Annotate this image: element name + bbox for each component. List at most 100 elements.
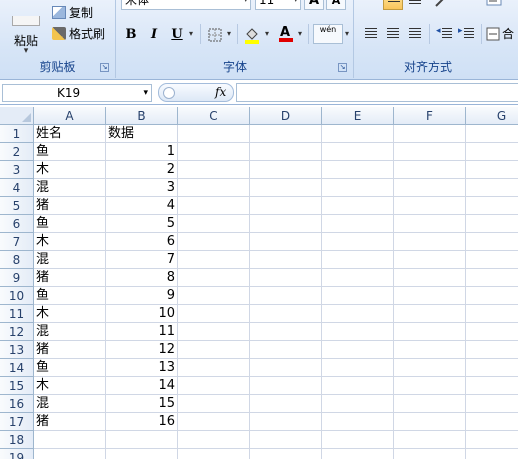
cell-b8[interactable]: 7 bbox=[106, 251, 178, 269]
cell-g1[interactable] bbox=[466, 125, 518, 143]
increase-indent-button[interactable]: ▸ bbox=[457, 24, 477, 44]
copy-button[interactable]: 复制 bbox=[52, 3, 93, 21]
align-right-button[interactable] bbox=[405, 24, 425, 44]
cell-b16[interactable]: 15 bbox=[106, 395, 178, 413]
cell-b10[interactable]: 9 bbox=[106, 287, 178, 305]
cell-e9[interactable] bbox=[322, 269, 394, 287]
row-header[interactable]: 7 bbox=[0, 233, 34, 251]
cell-c16[interactable] bbox=[178, 395, 250, 413]
cell-b4[interactable]: 3 bbox=[106, 179, 178, 197]
cell-f5[interactable] bbox=[394, 197, 466, 215]
cell-a15[interactable]: 木 bbox=[34, 377, 106, 395]
cell-d9[interactable] bbox=[250, 269, 322, 287]
cell-f18[interactable] bbox=[394, 431, 466, 449]
cell-c15[interactable] bbox=[178, 377, 250, 395]
row-header[interactable]: 4 bbox=[0, 179, 34, 197]
insert-function-button[interactable]: fx bbox=[215, 85, 226, 99]
cell-g9[interactable] bbox=[466, 269, 518, 287]
column-header[interactable]: E bbox=[322, 107, 394, 125]
cell-a16[interactable]: 混 bbox=[34, 395, 106, 413]
cell-g7[interactable] bbox=[466, 233, 518, 251]
cell-f1[interactable] bbox=[394, 125, 466, 143]
cell-f14[interactable] bbox=[394, 359, 466, 377]
cell-g8[interactable] bbox=[466, 251, 518, 269]
cell-f15[interactable] bbox=[394, 377, 466, 395]
row-header[interactable]: 12 bbox=[0, 323, 34, 341]
cell-d5[interactable] bbox=[250, 197, 322, 215]
cell-e14[interactable] bbox=[322, 359, 394, 377]
cell-g12[interactable] bbox=[466, 323, 518, 341]
cell-g2[interactable] bbox=[466, 143, 518, 161]
cell-f13[interactable] bbox=[394, 341, 466, 359]
name-box[interactable]: K19 ▾ bbox=[2, 84, 152, 102]
cell-d18[interactable] bbox=[250, 431, 322, 449]
chevron-down-icon[interactable]: ▾ bbox=[143, 85, 148, 101]
cell-c13[interactable] bbox=[178, 341, 250, 359]
cell-a7[interactable]: 木 bbox=[34, 233, 106, 251]
decrease-indent-button[interactable]: ◂ bbox=[435, 24, 455, 44]
cell-a12[interactable]: 混 bbox=[34, 323, 106, 341]
cell-d4[interactable] bbox=[250, 179, 322, 197]
cell-e17[interactable] bbox=[322, 413, 394, 431]
cell-e12[interactable] bbox=[322, 323, 394, 341]
cell-a11[interactable]: 木 bbox=[34, 305, 106, 323]
cell-d16[interactable] bbox=[250, 395, 322, 413]
middle-align-button[interactable] bbox=[383, 0, 403, 10]
cell-b15[interactable]: 14 bbox=[106, 377, 178, 395]
row-header[interactable]: 19 bbox=[0, 449, 34, 459]
dialog-launcher-icon[interactable]: ↘ bbox=[100, 63, 109, 72]
row-header[interactable]: 9 bbox=[0, 269, 34, 287]
cell-e2[interactable] bbox=[322, 143, 394, 161]
cell-b3[interactable]: 2 bbox=[106, 161, 178, 179]
cell-c19[interactable] bbox=[178, 449, 250, 459]
cell-d7[interactable] bbox=[250, 233, 322, 251]
grow-font-button[interactable]: A bbox=[304, 0, 324, 10]
cell-c3[interactable] bbox=[178, 161, 250, 179]
column-header[interactable]: G bbox=[466, 107, 518, 125]
cell-b11[interactable]: 10 bbox=[106, 305, 178, 323]
row-header[interactable]: 11 bbox=[0, 305, 34, 323]
cell-b6[interactable]: 5 bbox=[106, 215, 178, 233]
cell-e11[interactable] bbox=[322, 305, 394, 323]
underline-button[interactable]: U bbox=[167, 24, 187, 44]
cell-g16[interactable] bbox=[466, 395, 518, 413]
cell-b17[interactable]: 16 bbox=[106, 413, 178, 431]
row-header[interactable]: 6 bbox=[0, 215, 34, 233]
cell-f9[interactable] bbox=[394, 269, 466, 287]
cell-f12[interactable] bbox=[394, 323, 466, 341]
chevron-down-icon[interactable]: ▾ bbox=[189, 29, 193, 38]
column-header[interactable]: D bbox=[250, 107, 322, 125]
row-header[interactable]: 5 bbox=[0, 197, 34, 215]
cell-d13[interactable] bbox=[250, 341, 322, 359]
cell-d1[interactable] bbox=[250, 125, 322, 143]
cell-f10[interactable] bbox=[394, 287, 466, 305]
cell-g14[interactable] bbox=[466, 359, 518, 377]
row-header[interactable]: 18 bbox=[0, 431, 34, 449]
format-painter-button[interactable]: 格式刷 bbox=[52, 24, 105, 42]
cell-e16[interactable] bbox=[322, 395, 394, 413]
row-header[interactable]: 14 bbox=[0, 359, 34, 377]
italic-button[interactable]: I bbox=[144, 24, 164, 44]
cell-a10[interactable]: 鱼 bbox=[34, 287, 106, 305]
formula-input[interactable] bbox=[236, 83, 518, 102]
cell-c11[interactable] bbox=[178, 305, 250, 323]
borders-button[interactable] bbox=[205, 24, 225, 44]
cell-e10[interactable] bbox=[322, 287, 394, 305]
cell-d6[interactable] bbox=[250, 215, 322, 233]
row-header[interactable]: 15 bbox=[0, 377, 34, 395]
cell-c4[interactable] bbox=[178, 179, 250, 197]
cell-d2[interactable] bbox=[250, 143, 322, 161]
cell-b5[interactable]: 4 bbox=[106, 197, 178, 215]
cell-a19[interactable] bbox=[34, 449, 106, 459]
cell-a5[interactable]: 猪 bbox=[34, 197, 106, 215]
font-color-button[interactable]: A bbox=[275, 24, 295, 44]
cell-g3[interactable] bbox=[466, 161, 518, 179]
cell-f7[interactable] bbox=[394, 233, 466, 251]
cell-b9[interactable]: 8 bbox=[106, 269, 178, 287]
row-header[interactable]: 10 bbox=[0, 287, 34, 305]
cell-a14[interactable]: 鱼 bbox=[34, 359, 106, 377]
cell-b14[interactable]: 13 bbox=[106, 359, 178, 377]
font-name-select[interactable]: 宋体 ▾ bbox=[121, 0, 251, 10]
cell-f3[interactable] bbox=[394, 161, 466, 179]
cell-a18[interactable] bbox=[34, 431, 106, 449]
